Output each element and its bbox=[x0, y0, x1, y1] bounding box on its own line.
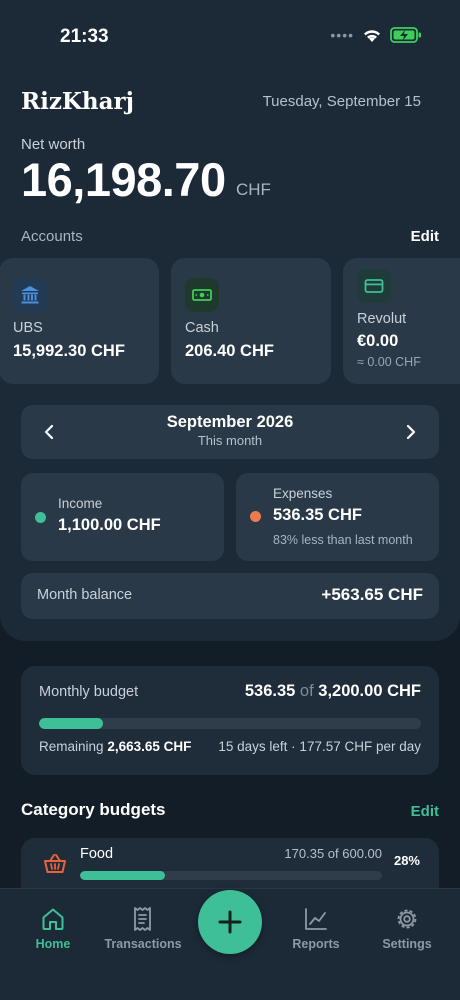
receipt-icon bbox=[134, 907, 151, 931]
net-worth-value: 16,198.70 bbox=[21, 153, 226, 206]
add-transaction-button[interactable] bbox=[198, 890, 262, 954]
budget-total: 3,200.00 CHF bbox=[318, 682, 421, 700]
budget-days-info: 15 days left · 177.57 CHF per day bbox=[218, 739, 421, 754]
gear-icon bbox=[397, 909, 417, 929]
chevron-right-icon bbox=[406, 424, 416, 440]
month-selector: September 2026 This month bbox=[21, 405, 439, 459]
category-percent: 28% bbox=[393, 853, 420, 868]
monthly-budget-card[interactable]: Monthly budget 536.35 of 3,200.00 CHF Re… bbox=[21, 666, 439, 775]
account-balance: 206.40 CHF bbox=[185, 342, 274, 360]
bank-icon bbox=[13, 278, 47, 312]
budget-title: Monthly budget bbox=[39, 684, 139, 700]
status-time: 21:33 bbox=[60, 26, 109, 47]
category-name: Food bbox=[80, 846, 114, 862]
expenses-card[interactable]: Expenses 536.35 CHF 83% less than last m… bbox=[236, 473, 439, 561]
month-balance-row: Month balance +563.65 CHF bbox=[21, 573, 439, 619]
current-date: Tuesday, September 15 bbox=[262, 93, 421, 110]
income-dot bbox=[35, 512, 46, 523]
chart-icon bbox=[305, 908, 327, 930]
expenses-label: Expenses bbox=[273, 486, 333, 501]
nav-transactions-label: Transactions bbox=[104, 937, 182, 951]
category-progress-bar bbox=[80, 871, 382, 880]
accounts-label: Accounts bbox=[21, 228, 83, 245]
budget-of: of bbox=[299, 682, 314, 700]
status-bar: 21:33 •••• bbox=[0, 0, 460, 70]
next-month-button[interactable] bbox=[399, 420, 423, 444]
plus-icon bbox=[218, 910, 242, 934]
income-value: 1,100.00 CHF bbox=[58, 516, 161, 534]
income-label: Income bbox=[58, 496, 103, 511]
month-balance-label: Month balance bbox=[37, 587, 133, 603]
month-title: September 2026 bbox=[166, 413, 294, 431]
nav-reports[interactable]: Reports bbox=[271, 905, 361, 951]
wifi-icon bbox=[364, 30, 380, 42]
nav-settings-label: Settings bbox=[382, 937, 432, 951]
battery-charging-icon bbox=[390, 27, 421, 43]
nav-transactions[interactable]: Transactions bbox=[98, 905, 188, 951]
cash-icon bbox=[185, 278, 219, 312]
home-icon bbox=[42, 908, 64, 930]
net-worth-currency: CHF bbox=[236, 180, 271, 199]
account-name: UBS bbox=[13, 320, 43, 336]
status-icons: •••• bbox=[330, 26, 422, 44]
nav-home-label: Home bbox=[35, 937, 71, 951]
income-card[interactable]: Income 1,100.00 CHF bbox=[21, 473, 224, 561]
card-icon bbox=[357, 269, 391, 303]
expenses-comparison: 83% less than last month bbox=[273, 533, 413, 547]
category-budgets-title: Category budgets bbox=[21, 800, 166, 819]
account-balance: €0.00 bbox=[357, 332, 399, 350]
category-budgets-edit-button[interactable]: Edit bbox=[411, 803, 439, 820]
budget-remaining-value: 2,663.65 CHF bbox=[107, 739, 192, 754]
signal-icon: •••• bbox=[330, 27, 354, 43]
budget-spent: 536.35 bbox=[244, 682, 296, 700]
net-worth-label: Net worth bbox=[21, 136, 86, 153]
category-amounts: 170.35 of 600.00 bbox=[284, 846, 382, 861]
budget-progress-bar bbox=[39, 718, 421, 729]
account-card-revolut[interactable]: Revolut €0.00 ≈ 0.00 CHF bbox=[343, 258, 460, 384]
account-balance: 15,992.30 CHF bbox=[13, 342, 125, 360]
account-converted-balance: ≈ 0.00 CHF bbox=[357, 355, 421, 369]
nav-settings[interactable]: Settings bbox=[362, 905, 452, 951]
app-name: RizKharj bbox=[21, 88, 134, 115]
nav-home[interactable]: Home bbox=[8, 905, 98, 951]
expenses-value: 536.35 CHF bbox=[273, 506, 362, 524]
account-card-cash[interactable]: Cash 206.40 CHF bbox=[171, 258, 331, 384]
category-progress-fill bbox=[80, 871, 165, 880]
budget-remaining-label: Remaining bbox=[39, 739, 104, 754]
budget-amount: 536.35 of 3,200.00 CHF bbox=[245, 682, 421, 701]
account-name: Revolut bbox=[357, 311, 407, 327]
basket-icon bbox=[44, 854, 66, 873]
budget-remaining: Remaining 2,663.65 CHF bbox=[39, 739, 191, 754]
accounts-edit-button[interactable]: Edit bbox=[411, 228, 439, 245]
account-card-ubs[interactable]: UBS 15,992.30 CHF bbox=[0, 258, 159, 384]
expenses-dot bbox=[250, 511, 261, 522]
nav-reports-label: Reports bbox=[292, 937, 340, 951]
month-balance-value: +563.65 CHF bbox=[321, 585, 423, 604]
month-subtitle: This month bbox=[197, 433, 263, 448]
account-name: Cash bbox=[185, 320, 219, 336]
budget-progress-fill bbox=[39, 718, 104, 729]
